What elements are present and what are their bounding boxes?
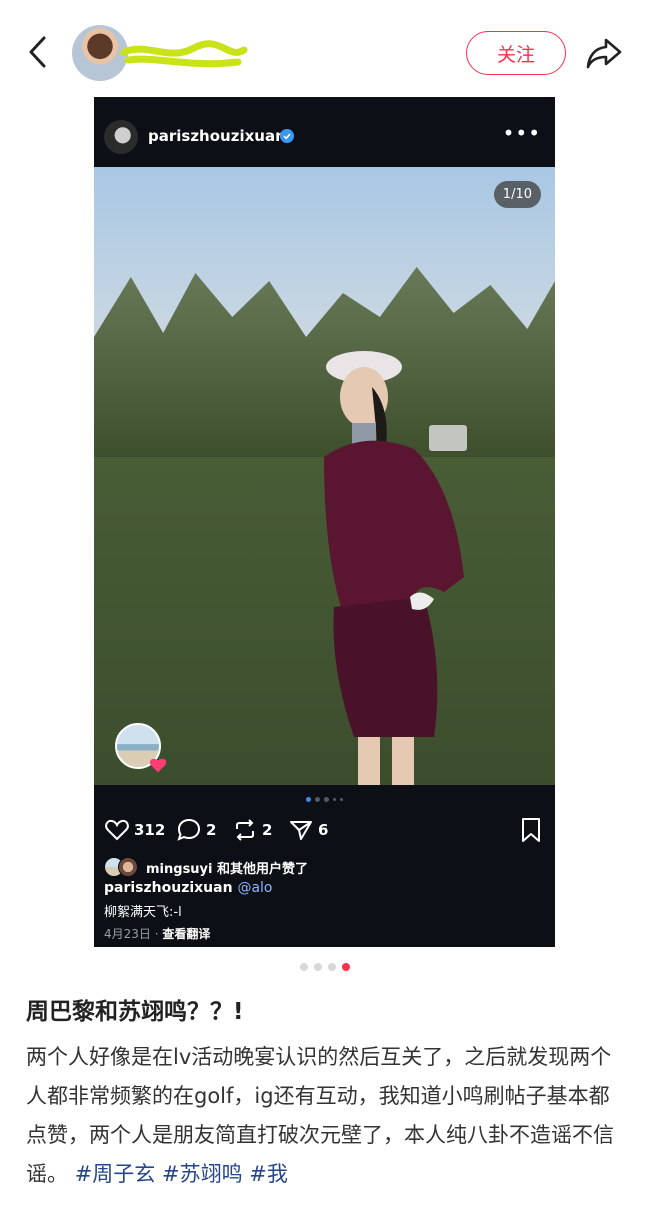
- post-date: 4月23日 ·: [104, 927, 159, 941]
- liked-by-text: mingsuyi 和其他用户赞了: [146, 861, 309, 877]
- liker-avatars: [104, 857, 142, 877]
- image-dot: [315, 797, 320, 802]
- caption-line: pariszhouzixuan @alo: [104, 880, 273, 896]
- liked-by-row: mingsuyi 和其他用户赞了: [104, 857, 308, 877]
- comments-count: 2: [206, 821, 217, 839]
- note-title: 周巴黎和苏翊鸣？？!: [26, 999, 244, 1025]
- ig-username: pariszhouzixuan: [148, 127, 286, 145]
- likes-count: 312: [134, 821, 166, 839]
- top-nav-bar: 关注: [0, 0, 650, 104]
- bookmark-icon[interactable]: [519, 817, 543, 843]
- golf-course-photo: 1/10: [94, 167, 555, 785]
- carousel-dot-active[interactable]: [342, 963, 350, 971]
- note-body: 两个人好像是在lv活动晚宴认识的然后互关了，之后就发现两个人都非常频繁的在gol…: [26, 1038, 630, 1194]
- caption-meta: 4月23日 · 查看翻译: [104, 925, 210, 942]
- carousel-dot[interactable]: [300, 963, 308, 971]
- hashtag-link[interactable]: #周子玄: [75, 1162, 156, 1186]
- caption-username[interactable]: pariszhouzixuan: [104, 880, 233, 896]
- send-paper-plane-icon: [290, 821, 312, 840]
- carousel-dot[interactable]: [314, 963, 322, 971]
- comment-action[interactable]: 2: [176, 817, 216, 843]
- ig-image-dots: [94, 797, 555, 805]
- hashtag-link[interactable]: #我: [249, 1162, 288, 1186]
- image-dot-active: [306, 797, 311, 802]
- image-dot: [340, 798, 343, 801]
- follow-button[interactable]: 关注: [466, 31, 566, 75]
- see-translation-link[interactable]: 查看翻译: [162, 927, 210, 941]
- instagram-post-screenshot[interactable]: pariszhouzixuan ••• 1/10 312 2 2 6 mings…: [94, 97, 555, 947]
- image-counter-badge: 1/10: [493, 181, 541, 208]
- comment-bubble-icon: [177, 818, 201, 841]
- reposts-count: 2: [262, 821, 273, 839]
- ig-avatar: [104, 120, 138, 154]
- verified-badge-icon: [280, 129, 294, 143]
- ig-action-bar: 312 2 2 6: [104, 815, 545, 845]
- heart-icon: [149, 758, 167, 773]
- carousel-dot[interactable]: [328, 963, 336, 971]
- caption-mention[interactable]: @alo: [237, 880, 272, 896]
- photo-woman-figure: [324, 351, 464, 785]
- repost-icon: [236, 819, 254, 841]
- share-arrow-icon[interactable]: [584, 34, 624, 72]
- ig-post-header: pariszhouzixuan •••: [94, 97, 555, 167]
- heart-outline-icon: [105, 819, 129, 841]
- more-options-icon: •••: [502, 121, 541, 145]
- like-action[interactable]: 312: [104, 817, 165, 843]
- redacted-username-scribble: [120, 40, 248, 68]
- share-action[interactable]: 6: [288, 817, 328, 843]
- caption-text: 柳絮满天飞:-l: [104, 905, 182, 920]
- shares-count: 6: [318, 821, 329, 839]
- note-carousel-dots: [0, 963, 650, 973]
- image-dot: [324, 797, 329, 802]
- hashtag-link[interactable]: #苏翊鸣: [162, 1162, 243, 1186]
- repost-action[interactable]: 2: [232, 817, 272, 843]
- image-dot: [333, 798, 336, 801]
- back-chevron-icon[interactable]: [22, 32, 58, 72]
